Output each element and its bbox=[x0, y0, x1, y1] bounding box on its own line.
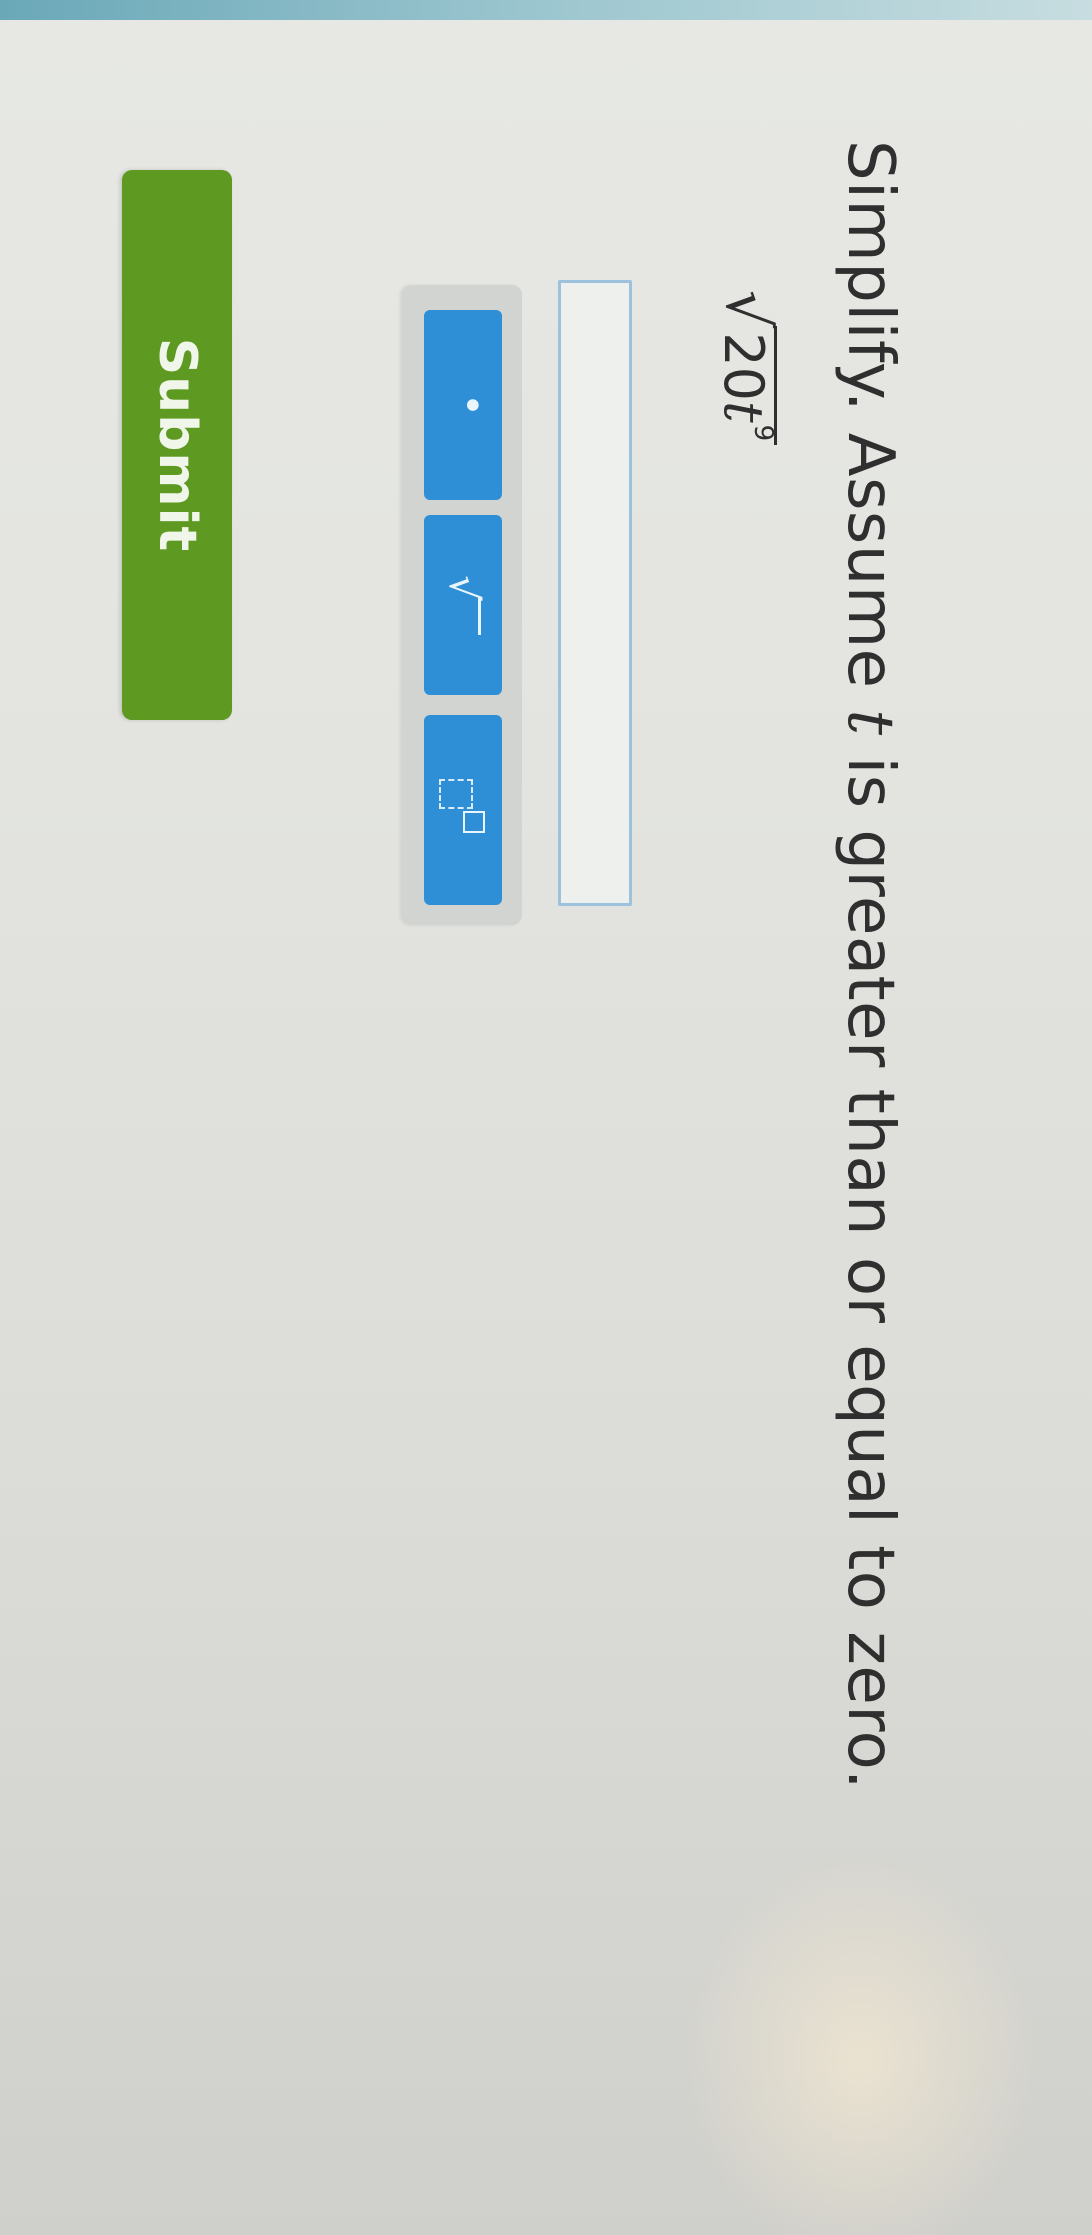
square-root-button[interactable]: √ bbox=[424, 515, 502, 695]
radicand-variable: t bbox=[712, 400, 776, 423]
radicand-exponent: 9 bbox=[748, 424, 779, 442]
exponent-icon bbox=[439, 775, 485, 845]
radicand: 20 t 9 bbox=[712, 326, 779, 446]
multiply-dot-button[interactable]: • bbox=[424, 310, 502, 500]
radicand-coefficient: 20 bbox=[712, 332, 776, 401]
exponent-button[interactable] bbox=[424, 715, 502, 905]
question-text: Simplify. Assume t is greater than or eq… bbox=[833, 140, 907, 1790]
exponent-base-box bbox=[439, 779, 473, 809]
math-toolbar: • √ bbox=[402, 285, 522, 925]
radical-sign-icon: √ bbox=[712, 290, 782, 329]
problem-page: Simplify. Assume t is greater than or eq… bbox=[0, 0, 1092, 2235]
sqrt-icon: √ bbox=[440, 575, 486, 635]
answer-input[interactable] bbox=[558, 280, 632, 906]
question-suffix: is greater than or equal to zero. bbox=[833, 735, 907, 1790]
exponent-power-box bbox=[463, 811, 485, 833]
question-variable: t bbox=[833, 709, 907, 736]
submit-button[interactable]: Submit bbox=[122, 170, 232, 720]
radical-expression: √ 20 t 9 bbox=[702, 290, 792, 446]
sqrt-bar bbox=[452, 596, 482, 635]
dot-icon: • bbox=[448, 393, 494, 417]
question-prefix: Simplify. Assume bbox=[833, 140, 907, 710]
